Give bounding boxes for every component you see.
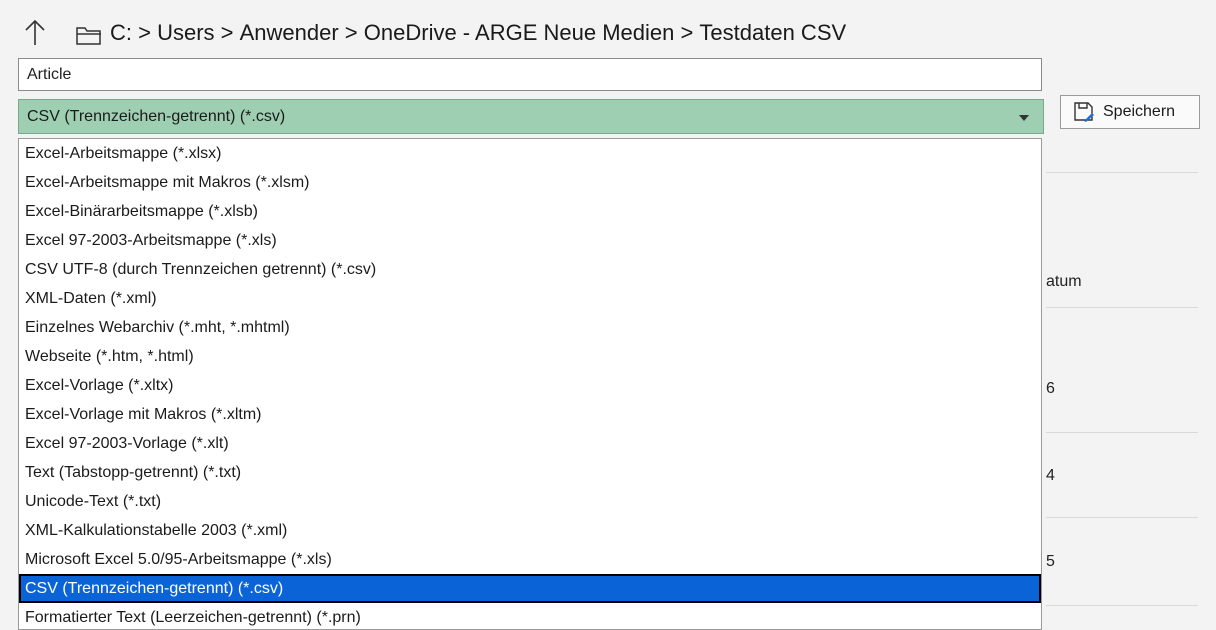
filetype-option[interactable]: Webseite (*.htm, *.html) <box>19 342 1041 371</box>
save-icon <box>1074 102 1094 122</box>
breadcrumb-item[interactable]: Users <box>157 20 214 46</box>
up-arrow-icon[interactable] <box>24 18 46 46</box>
divider <box>1046 605 1198 606</box>
filetype-option[interactable]: XML-Daten (*.xml) <box>19 284 1041 313</box>
chevron-down-icon <box>1019 115 1029 121</box>
column-header-date: atum <box>1046 273 1082 290</box>
filename-field[interactable]: Article <box>18 58 1042 91</box>
breadcrumb-item[interactable]: Anwender <box>240 20 339 46</box>
filetype-option[interactable]: Excel-Arbeitsmappe (*.xlsx) <box>19 139 1041 168</box>
filetype-option[interactable]: Excel-Vorlage (*.xltx) <box>19 371 1041 400</box>
breadcrumb: C: > Users > Anwender > OneDrive - ARGE … <box>110 20 846 46</box>
filetype-option[interactable]: Microsoft Excel 5.0/95-Arbeitsmappe (*.x… <box>19 545 1041 574</box>
filetype-select[interactable]: CSV (Trennzeichen-getrennt) (*.csv) <box>18 99 1044 134</box>
filetype-option[interactable]: Einzelnes Webarchiv (*.mht, *.mhtml) <box>19 313 1041 342</box>
list-item: 6 <box>1046 380 1055 397</box>
breadcrumb-separator: > <box>338 20 364 45</box>
breadcrumb-item[interactable]: C: <box>110 20 132 46</box>
filetype-option[interactable]: Excel-Arbeitsmappe mit Makros (*.xlsm) <box>19 168 1041 197</box>
filetype-selected-value: CSV (Trennzeichen-getrennt) (*.csv) <box>27 108 286 125</box>
breadcrumb-item[interactable]: Testdaten CSV <box>699 20 846 46</box>
list-item: 5 <box>1046 553 1055 570</box>
save-button[interactable]: Speichern <box>1060 95 1200 129</box>
breadcrumb-item[interactable]: OneDrive - ARGE Neue Medien <box>364 20 675 46</box>
filetype-option[interactable]: Excel-Vorlage mit Makros (*.xltm) <box>19 400 1041 429</box>
filetype-dropdown-list[interactable]: Excel-Arbeitsmappe (*.xlsx) Excel-Arbeits… <box>18 138 1042 630</box>
filetype-option[interactable]: Formatierter Text (Leerzeichen-getrennt)… <box>19 603 1041 629</box>
breadcrumb-separator: > <box>132 20 158 45</box>
divider <box>1046 172 1198 173</box>
filetype-option[interactable]: Excel 97-2003-Vorlage (*.xlt) <box>19 429 1041 458</box>
filetype-option[interactable]: Text (Tabstopp-getrennt) (*.txt) <box>19 458 1041 487</box>
divider <box>1046 307 1198 308</box>
list-item: 4 <box>1046 467 1055 484</box>
folder-icon <box>76 27 101 45</box>
breadcrumb-bar: C: > Users > Anwender > OneDrive - ARGE … <box>0 0 1216 58</box>
filetype-option[interactable]: Unicode-Text (*.txt) <box>19 487 1041 516</box>
breadcrumb-separator: > <box>214 20 240 45</box>
divider <box>1046 517 1198 518</box>
breadcrumb-separator: > <box>674 20 700 45</box>
save-button-label: Speichern <box>1103 103 1176 120</box>
filetype-option[interactable]: Excel-Binärarbeitsmappe (*.xlsb) <box>19 197 1041 226</box>
filetype-option[interactable]: CSV UTF-8 (durch Trennzeichen getrennt) … <box>19 255 1041 284</box>
divider <box>1046 432 1198 433</box>
filetype-option[interactable]: CSV (Trennzeichen-getrennt) (*.csv) <box>19 574 1041 603</box>
filetype-option[interactable]: XML-Kalkulationstabelle 2003 (*.xml) <box>19 516 1041 545</box>
filetype-option[interactable]: Excel 97-2003-Arbeitsmappe (*.xls) <box>19 226 1041 255</box>
